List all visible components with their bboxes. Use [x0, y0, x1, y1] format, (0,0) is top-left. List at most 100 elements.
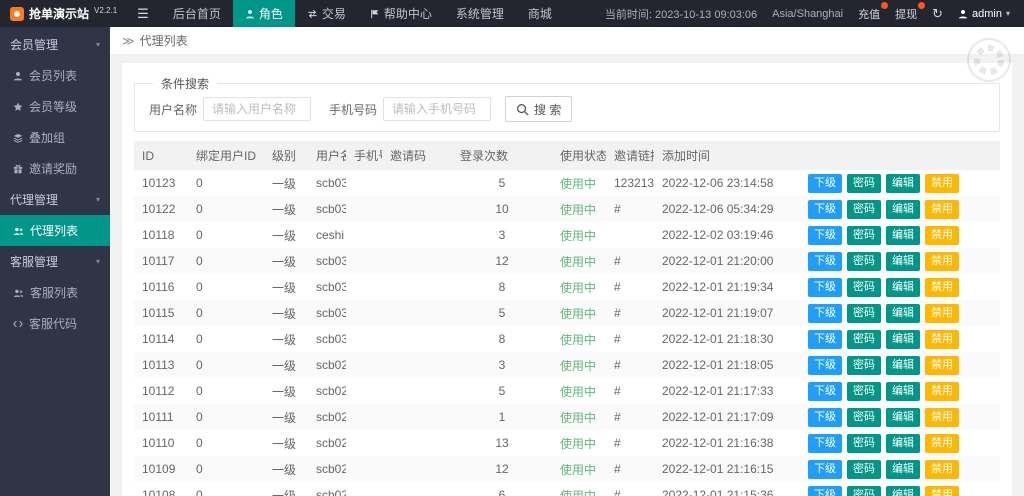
edit-button[interactable]: 编辑 [886, 303, 920, 323]
subordinate-button[interactable]: 下级 [808, 225, 842, 245]
subordinate-button[interactable]: 下级 [808, 433, 842, 453]
sidebar-item-agent-list[interactable]: 代理列表 [0, 215, 110, 246]
password-button[interactable]: 密码 [847, 433, 881, 453]
cell-level: 一级 [272, 306, 297, 321]
password-button[interactable]: 密码 [847, 329, 881, 349]
password-button[interactable]: 密码 [847, 381, 881, 401]
top-nav-help[interactable]: 帮助中心 [358, 0, 444, 27]
disable-button[interactable]: 禁用 [925, 329, 959, 349]
menu-toggle-icon[interactable]: ☰ [125, 6, 161, 22]
sidebar-group-agent[interactable]: 代理管理 ▾ [0, 184, 110, 215]
cell-invite-code [382, 170, 452, 196]
table-row: 10118 0 一级 ceshi 3 使用中 2022-12-02 03:19:46 下级 密码… [134, 222, 1000, 248]
cell-created-at: 2022-12-01 21:20:00 [662, 254, 774, 268]
edit-button[interactable]: 编辑 [886, 329, 920, 349]
edit-button[interactable]: 编辑 [886, 459, 920, 479]
disable-button[interactable]: 禁用 [925, 433, 959, 453]
subordinate-button[interactable]: 下级 [808, 459, 842, 479]
password-button[interactable]: 密码 [847, 485, 881, 496]
cell-id: 10112 [142, 384, 175, 398]
search-button[interactable]: 搜 索 [505, 96, 573, 122]
cell-level: 一级 [272, 176, 297, 191]
edit-button[interactable]: 编辑 [886, 173, 920, 193]
cell-invite-link: # [614, 462, 621, 476]
disable-button[interactable]: 禁用 [925, 303, 959, 323]
cell-bind-user-id: 0 [196, 280, 203, 294]
top-nav-mall[interactable]: 商城 [516, 0, 564, 27]
cell-username: scb032 [316, 280, 346, 294]
top-nav-role[interactable]: 角色 [232, 0, 295, 27]
disable-button[interactable]: 禁用 [925, 459, 959, 479]
top-nav-system[interactable]: 系统管理 [444, 0, 516, 27]
edit-button[interactable]: 编辑 [886, 199, 920, 219]
sidebar-item-service-code[interactable]: 客服代码 [0, 308, 110, 339]
cell-invite-code [382, 378, 452, 404]
password-button[interactable]: 密码 [847, 407, 881, 427]
edit-button[interactable]: 编辑 [886, 277, 920, 297]
cell-id: 10117 [142, 254, 175, 268]
cell-invite-link: # [614, 384, 621, 398]
user-menu[interactable]: admin ▾ [958, 8, 1010, 20]
username-input[interactable] [203, 97, 312, 121]
password-button[interactable]: 密码 [847, 199, 881, 219]
subordinate-button[interactable]: 下级 [808, 199, 842, 219]
subordinate-button[interactable]: 下级 [808, 407, 842, 427]
subordinate-button[interactable]: 下级 [808, 485, 842, 496]
disable-button[interactable]: 禁用 [925, 355, 959, 375]
disable-button[interactable]: 禁用 [925, 251, 959, 271]
cell-login-count: 1 [498, 410, 506, 424]
subordinate-button[interactable]: 下级 [808, 277, 842, 297]
top-nav-home[interactable]: 后台首页 [161, 0, 233, 27]
sidebar-item-invite-reward[interactable]: 邀请奖励 [0, 153, 110, 184]
password-button[interactable]: 密码 [847, 277, 881, 297]
cell-status: 使用中 [560, 384, 597, 399]
refresh-icon[interactable]: ↻ [932, 6, 943, 22]
subordinate-button[interactable]: 下级 [808, 303, 842, 323]
subordinate-button[interactable]: 下级 [808, 251, 842, 271]
edit-button[interactable]: 编辑 [886, 355, 920, 375]
password-button[interactable]: 密码 [847, 459, 881, 479]
cell-status: 使用中 [560, 488, 597, 496]
cell-created-at: 2022-12-01 21:17:09 [662, 410, 774, 424]
disable-button[interactable]: 禁用 [925, 277, 959, 297]
subordinate-button[interactable]: 下级 [808, 329, 842, 349]
disable-button[interactable]: 禁用 [925, 407, 959, 427]
subordinate-button[interactable]: 下级 [808, 355, 842, 375]
cell-login-count: 10 [495, 202, 509, 216]
disable-button[interactable]: 禁用 [925, 485, 959, 496]
password-button[interactable]: 密码 [847, 173, 881, 193]
withdraw-link[interactable]: 提现 [895, 1, 926, 22]
recharge-link[interactable]: 充值 [858, 1, 889, 22]
withdraw-label: 提现 [895, 8, 918, 21]
cell-created-at: 2022-12-01 21:19:07 [662, 306, 774, 320]
sidebar-item-member-list[interactable]: 会员列表 [0, 60, 110, 91]
edit-button[interactable]: 编辑 [886, 251, 920, 271]
recharge-badge [881, 1, 889, 9]
password-button[interactable]: 密码 [847, 251, 881, 271]
cell-username: scb030 [316, 332, 346, 346]
sidebar-item-service-list[interactable]: 客服列表 [0, 277, 110, 308]
app-title: 抢单演示站 [29, 7, 90, 21]
subordinate-button[interactable]: 下级 [808, 381, 842, 401]
cell-bind-user-id: 0 [196, 306, 203, 320]
edit-button[interactable]: 编辑 [886, 485, 920, 496]
password-button[interactable]: 密码 [847, 225, 881, 245]
disable-button[interactable]: 禁用 [925, 173, 959, 193]
sidebar-item-member-level[interactable]: 会员等级 [0, 91, 110, 122]
disable-button[interactable]: 禁用 [925, 199, 959, 219]
cell-username: scb028 [316, 384, 346, 398]
subordinate-button[interactable]: 下级 [808, 173, 842, 193]
edit-button[interactable]: 编辑 [886, 433, 920, 453]
password-button[interactable]: 密码 [847, 355, 881, 375]
sidebar-item-stack-group[interactable]: 叠加组 [0, 122, 110, 153]
phone-input[interactable] [383, 97, 492, 121]
edit-button[interactable]: 编辑 [886, 225, 920, 245]
sidebar-group-service[interactable]: 客服管理 ▾ [0, 246, 110, 277]
disable-button[interactable]: 禁用 [925, 381, 959, 401]
top-nav-trade[interactable]: 交易 [295, 0, 358, 27]
edit-button[interactable]: 编辑 [886, 381, 920, 401]
password-button[interactable]: 密码 [847, 303, 881, 323]
sidebar-group-member[interactable]: 会员管理 ▾ [0, 29, 110, 60]
disable-button[interactable]: 禁用 [925, 225, 959, 245]
edit-button[interactable]: 编辑 [886, 407, 920, 427]
